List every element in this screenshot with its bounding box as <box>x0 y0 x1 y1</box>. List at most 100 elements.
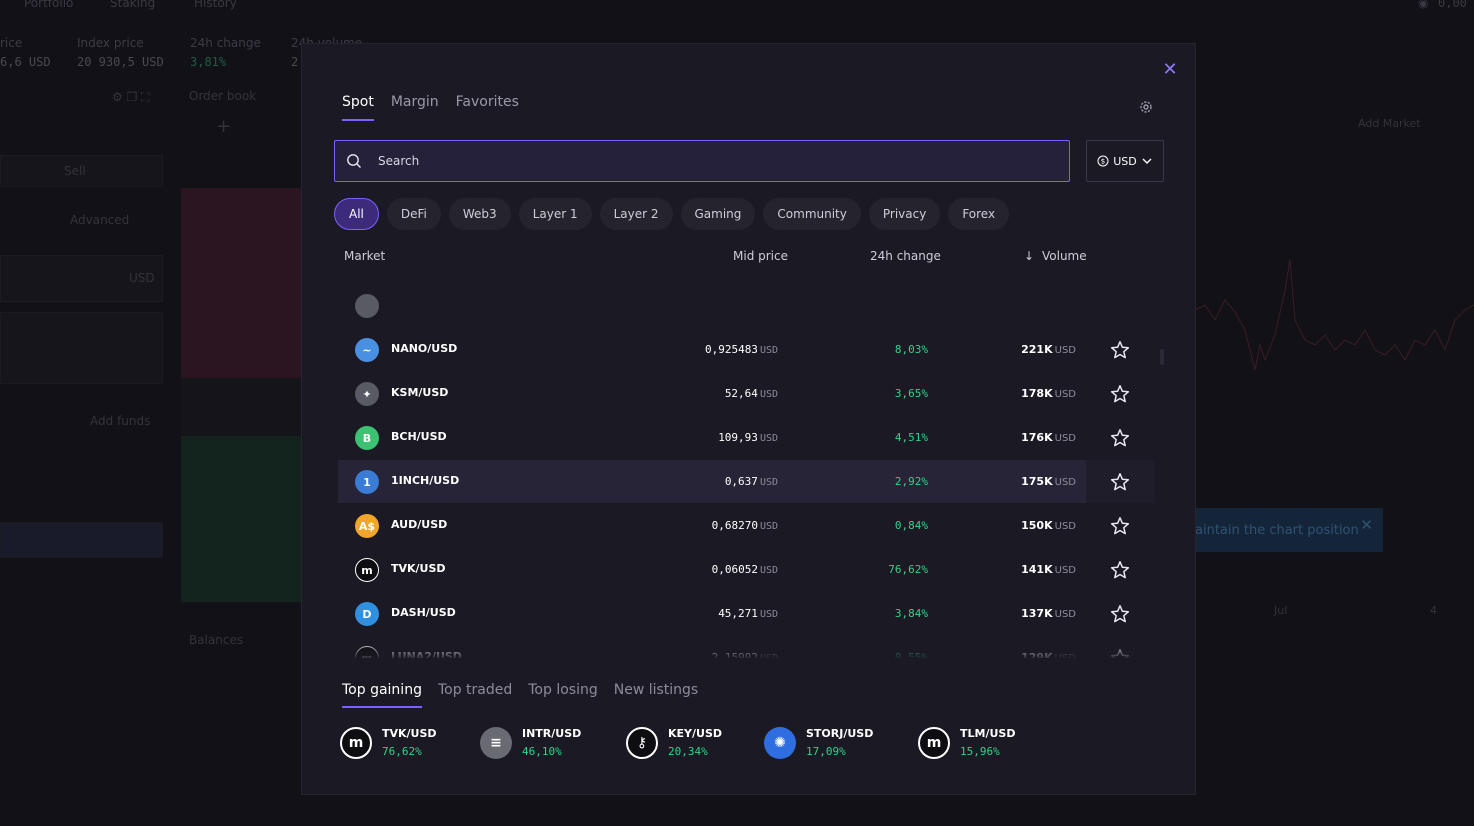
mid-price-value: 0,06052 <box>711 563 758 576</box>
tab-new-listings[interactable]: New listings <box>614 682 699 708</box>
tab-spot[interactable]: Spot <box>342 94 374 121</box>
tab-top-gaining[interactable]: Top gaining <box>342 682 422 708</box>
volume: 176K USD <box>1021 431 1076 444</box>
currency-select[interactable]: $ USD <box>1086 140 1164 182</box>
star-icon[interactable] <box>1110 560 1130 580</box>
gainer-item[interactable]: ✺ STORJ/USD 17,09% <box>764 726 894 762</box>
kraken-icon: m <box>918 727 950 759</box>
amount-input[interactable]: USD <box>0 255 163 302</box>
add-funds-button[interactable]: Add funds <box>90 414 150 428</box>
tab-top-losing[interactable]: Top losing <box>528 682 597 708</box>
gainer-change: 15,96% <box>960 745 1000 758</box>
unit-label: USD <box>1055 653 1076 658</box>
sort-desc-icon[interactable]: ↓ <box>1024 249 1034 263</box>
gainer-item[interactable]: ⚷ KEY/USD 20,34% <box>626 726 756 762</box>
unit-label: USD <box>1054 609 1076 620</box>
chip-all[interactable]: All <box>334 198 379 230</box>
table-row[interactable]: ~ NANO/USD 0,925483 USD 8,03% 221K USD <box>338 328 1154 371</box>
table-row[interactable]: ✦ KSM/USD 52,64 USD 3,65% 178K USD <box>338 372 1154 415</box>
bids-area <box>181 436 301 602</box>
tab-favorites[interactable]: Favorites <box>456 94 519 121</box>
nav-staking[interactable]: Staking <box>110 0 155 10</box>
market-list[interactable]: ~ NANO/USD 0,925483 USD 8,03% 221K USD ✦ KSM/USD… <box>338 268 1158 658</box>
volume: 178K USD <box>1021 387 1076 400</box>
star-icon[interactable] <box>1110 384 1130 404</box>
currency-value: USD <box>1113 154 1137 168</box>
table-row[interactable]: m TVK/USD 0,06052 USD 76,62% 141K USD <box>338 548 1154 591</box>
volume-value: 176K <box>1021 431 1053 444</box>
gear-icon[interactable] <box>1138 99 1154 115</box>
settings-icon[interactable]: ⚙ ❐ ⛶ <box>112 90 150 105</box>
change-value: 0,55% <box>894 651 928 658</box>
gainer-item[interactable]: m TLM/USD 15,96% <box>918 726 1048 762</box>
nano-icon: ~ <box>355 338 379 362</box>
unit-label: USD <box>1054 389 1076 400</box>
unit-label: USD <box>760 653 778 658</box>
table-row[interactable]: 1 1INCH/USD 0,637 USD 2,92% 175K USD <box>338 460 1154 503</box>
notice-close-icon[interactable]: ✕ <box>1360 516 1373 534</box>
unit-label: USD <box>1054 565 1076 576</box>
sell-tab[interactable]: Sell <box>0 155 163 187</box>
column-market[interactable]: Market <box>344 249 385 263</box>
aud-icon: A$ <box>355 514 379 538</box>
mid-price: 2,15992USD <box>712 651 778 658</box>
table-row[interactable]: B BCH/USD 109,93 USD 4,51% 176K USD <box>338 416 1154 459</box>
nav-history[interactable]: History <box>194 0 237 10</box>
unit-label: USD <box>1054 477 1076 488</box>
star-icon[interactable] <box>1110 516 1130 536</box>
tab-margin[interactable]: Margin <box>391 94 439 121</box>
stat-value-index: 20 930,5 USD <box>77 55 164 69</box>
submit-button[interactable] <box>0 522 163 558</box>
column-mid-price[interactable]: Mid price <box>733 249 788 263</box>
order-book-tab[interactable]: Order book <box>189 89 256 103</box>
unit-label: USD <box>1054 345 1076 356</box>
mid-price-value: 2,15992 <box>711 651 758 658</box>
chip-defi[interactable]: DeFi <box>386 198 441 230</box>
search-box[interactable] <box>334 140 1070 182</box>
change-value: 3,65% <box>894 387 928 400</box>
gainer-item[interactable]: m TVK/USD 76,62% <box>340 726 470 762</box>
search-input[interactable] <box>378 154 1018 168</box>
eye-icon: ◉ <box>1418 0 1429 10</box>
search-icon <box>347 154 361 168</box>
table-row[interactable]: D DASH/USD 45,271 USD 3,84% 137K USD <box>338 592 1154 635</box>
chip-web3[interactable]: Web3 <box>448 198 511 230</box>
close-icon[interactable]: ✕ <box>1160 60 1180 80</box>
volume: 150K USD <box>1021 519 1076 532</box>
mid-price: 0,925483 USD <box>705 343 778 356</box>
chip-gaming[interactable]: Gaming <box>680 198 756 230</box>
chip-layer-1[interactable]: Layer 1 <box>518 198 592 230</box>
star-icon[interactable] <box>1110 340 1130 360</box>
chart-notice: aintain the chart position ✕ <box>1195 508 1383 552</box>
tab-top-traded[interactable]: Top traded <box>438 682 512 708</box>
column-volume[interactable]: Volume <box>1042 249 1087 263</box>
market-selector-modal: ✕ Spot Margin Favorites $ USD All DeFi W… <box>301 43 1196 795</box>
list-scrollbar[interactable] <box>1160 349 1164 365</box>
mid-price-value: 0,68270 <box>711 519 758 532</box>
stat-value-change: 3,81% <box>190 55 227 69</box>
add-market-button[interactable]: Add Market <box>1358 117 1421 130</box>
add-panel-icon[interactable]: + <box>216 116 231 137</box>
unit-label: USD <box>759 609 778 620</box>
dollar-coin-icon: $ <box>1097 155 1109 167</box>
column-24h-change[interactable]: 24h change <box>870 249 941 263</box>
chip-privacy[interactable]: Privacy <box>868 198 941 230</box>
balance-value: 0,00 <box>1438 0 1467 10</box>
chip-community[interactable]: Community <box>763 198 861 230</box>
star-icon[interactable] <box>1110 472 1130 492</box>
gainer-item[interactable]: ≡ INTR/USD 46,10% <box>480 726 610 762</box>
market-pair: KSM/USD <box>391 386 449 399</box>
table-row[interactable] <box>338 284 1154 327</box>
balances-tab[interactable]: Balances <box>189 633 243 647</box>
nav-portfolio[interactable]: Portfolio <box>24 0 73 10</box>
star-icon[interactable] <box>1110 648 1130 658</box>
chip-layer-2[interactable]: Layer 2 <box>599 198 673 230</box>
star-icon[interactable] <box>1110 604 1130 624</box>
advanced-dropdown[interactable]: Advanced <box>70 213 129 227</box>
table-row[interactable]: mLUNA2/USD2,15992USD0,55%129KUSD <box>338 636 1154 658</box>
chip-forex[interactable]: Forex <box>948 198 1010 230</box>
change-value: 76,62% <box>888 563 928 576</box>
table-row[interactable]: A$ AUD/USD 0,68270 USD 0,84% 150K USD <box>338 504 1154 547</box>
selfkey-icon: ⚷ <box>626 727 658 759</box>
star-icon[interactable] <box>1110 428 1130 448</box>
